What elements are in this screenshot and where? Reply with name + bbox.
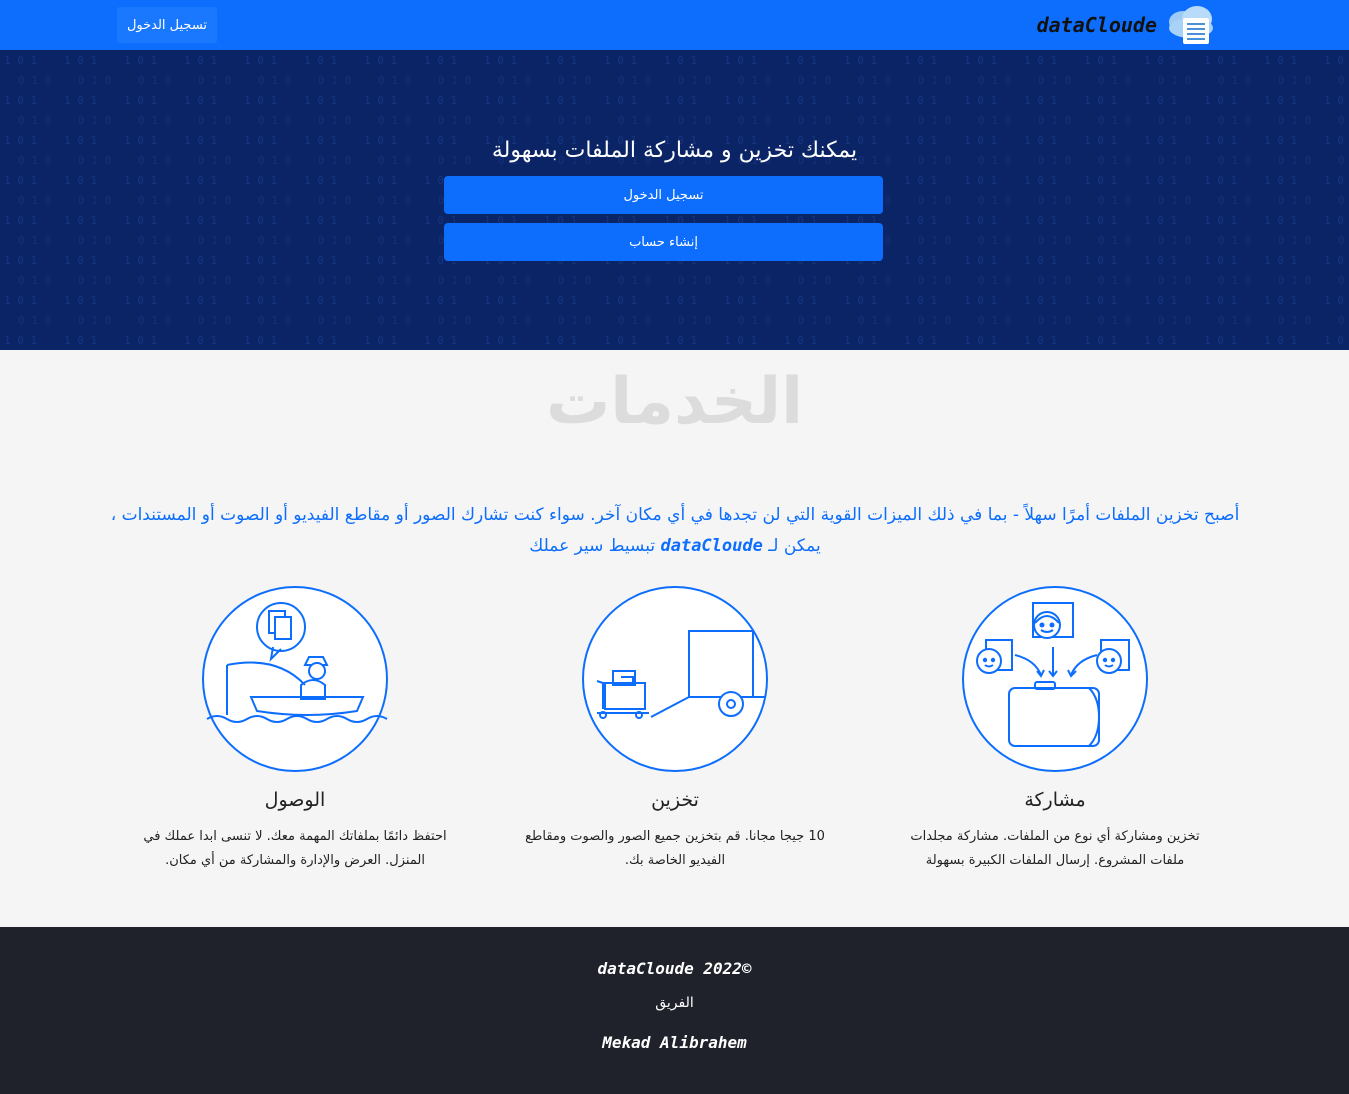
intro-end: تبسيط سير عملك [529,536,656,556]
nav-login-button[interactable]: تسجيل الدخول [117,7,217,43]
cloud-document-icon [1169,6,1213,44]
people-sharing-files-icon [962,586,1148,772]
feature-store-title: تخزين [651,789,699,811]
hero-login-button[interactable]: تسجيل الدخول [444,176,883,214]
footer: dataCloude 2022© الفريق Mekad Alibrahem [0,927,1349,1094]
footer-team-label: الفريق [655,995,694,1011]
footer-member-name[interactable]: Mekad Alibrahem [0,1033,1349,1052]
truck-storage-icon [582,586,768,772]
feature-share-text: تخزين ومشاركة أي نوع من الملفات. مشاركة … [910,829,1200,868]
brand-name: dataCloude [1036,13,1157,37]
feature-access-text: احتفظ دائمًا بملفاتك المهمة معك. لا تنسى… [143,829,447,868]
intro-brand: dataCloude [660,536,763,556]
brand[interactable]: dataCloude [1037,4,1217,46]
hero-title: يمكنك تخزين و مشاركة الملفات بسهولة [491,138,858,163]
feature-access: الوصول احتفظ دائمًا بملفاتك المهمة معك. … [115,585,475,873]
hero-signup-button[interactable]: إنشاء حساب [444,223,883,261]
navbar: تسجيل الدخول dataCloude [0,0,1349,50]
feature-store: تخزين 10 جيجا مجانا. قم بتخزين جميع الصو… [495,585,855,873]
hero-section: 1 0 1 0 1 0 يمكنك تخزين و مشاركة الملفات… [0,50,1349,350]
services-heading: الخدمات [545,365,804,439]
fisherman-boat-icon [202,586,388,772]
feature-store-text: 10 جيجا مجانا. قم بتخزين جميع الصور والص… [525,829,825,868]
services-intro: أصبح تخزين الملفات أمرًا سهلاً - بما في … [110,500,1240,562]
feature-access-title: الوصول [264,789,326,811]
footer-copyright: dataCloude 2022© [597,959,752,978]
feature-share-title: مشاركة [1024,789,1086,811]
feature-share: مشاركة تخزين ومشاركة أي نوع من الملفات. … [875,585,1235,873]
